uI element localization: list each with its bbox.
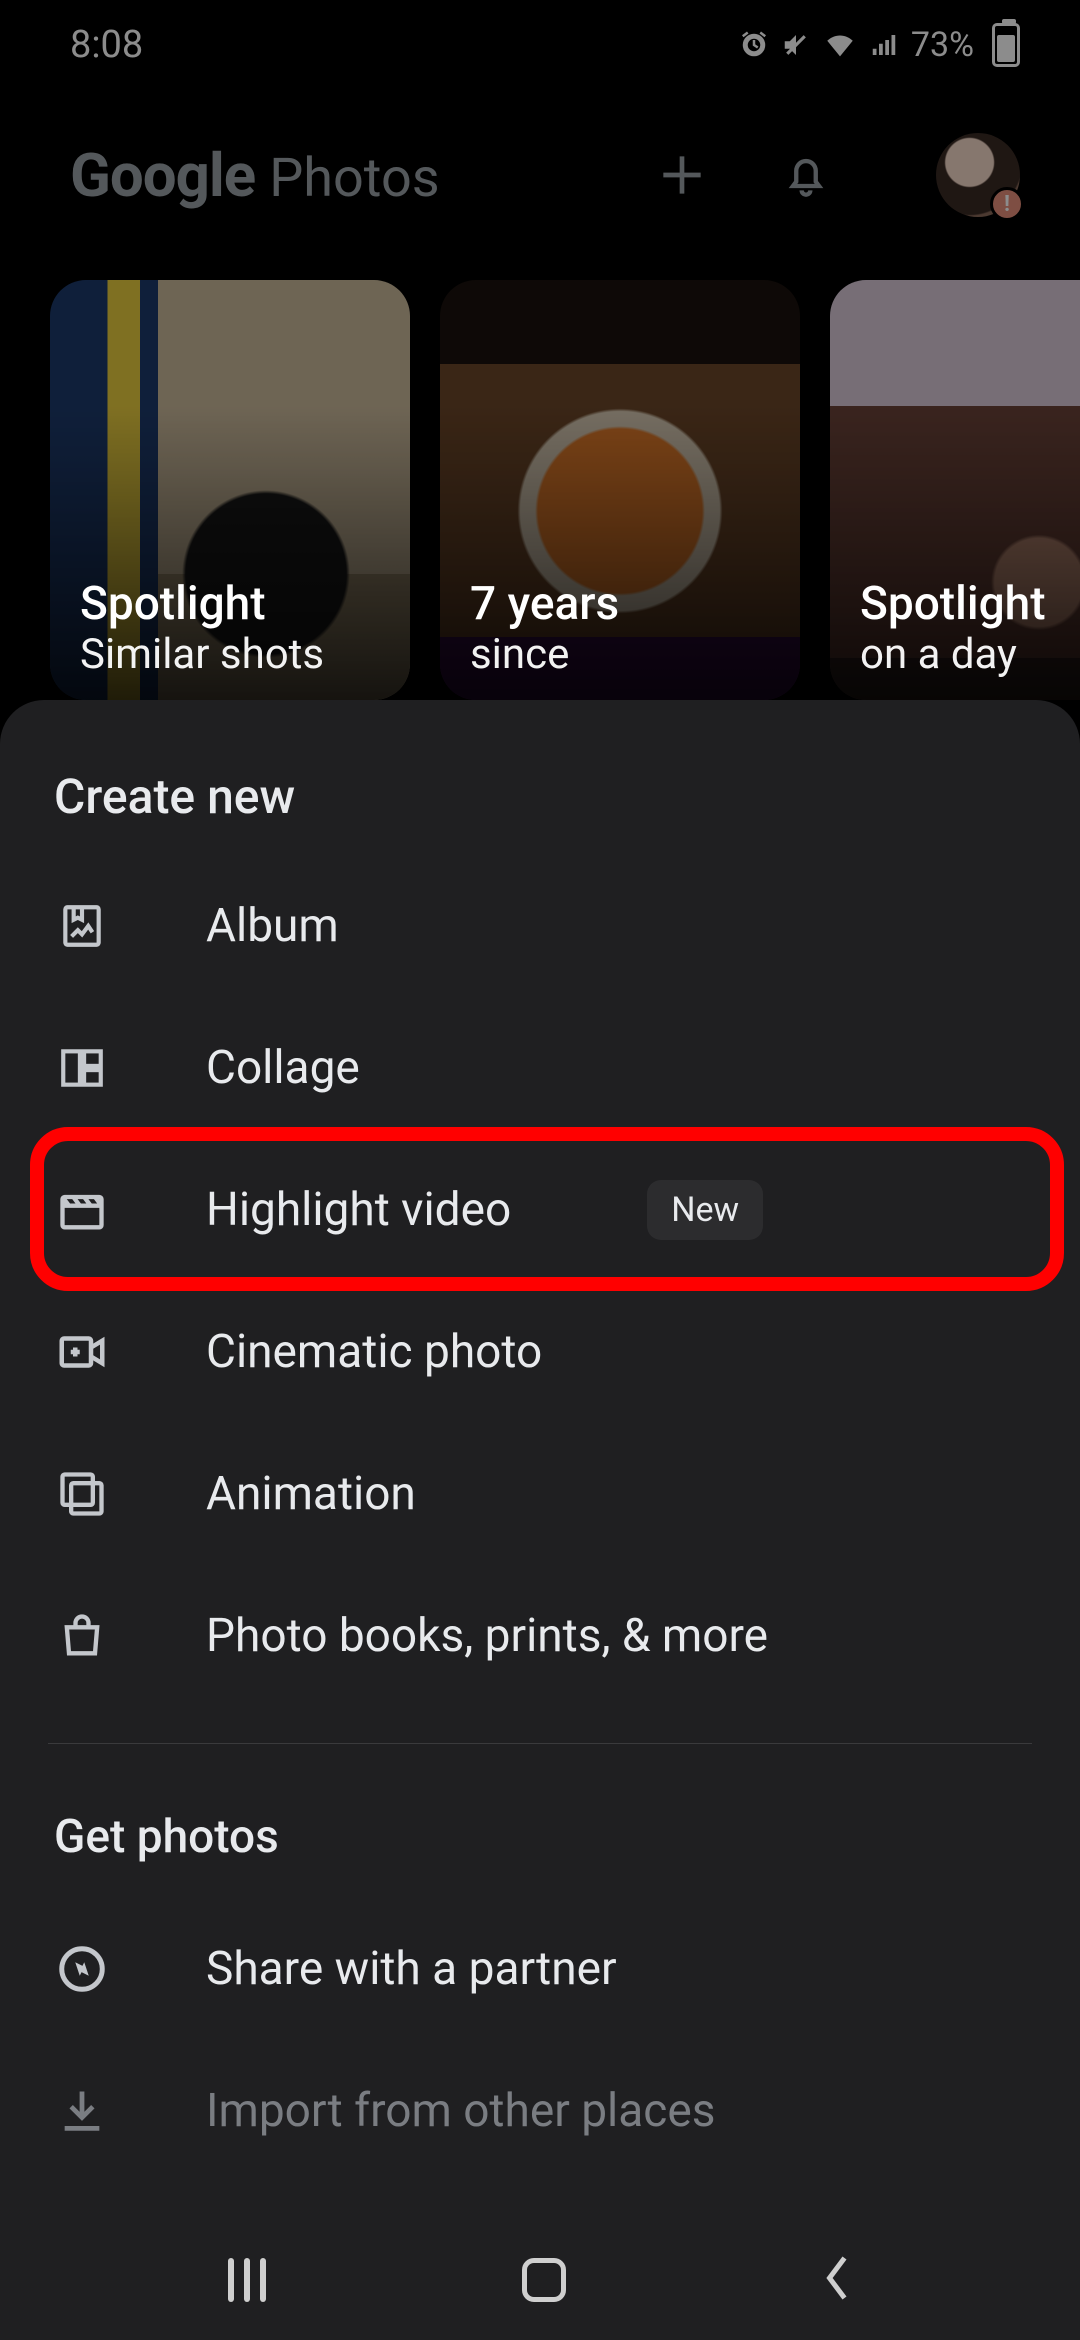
- item-label: Highlight video: [206, 1183, 511, 1237]
- nav-back-button[interactable]: [822, 2252, 852, 2308]
- item-label: Cinematic photo: [206, 1325, 542, 1379]
- nav-home-button[interactable]: [522, 2258, 566, 2302]
- memory-title: 7 years: [470, 579, 780, 630]
- create-highlight-video-item[interactable]: Highlight video New: [0, 1139, 1080, 1281]
- animation-icon: [54, 1466, 110, 1522]
- memory-subtitle: on a day: [860, 632, 1080, 678]
- item-label: Animation: [206, 1467, 416, 1521]
- nav-recent-button[interactable]: [228, 2258, 266, 2302]
- annotation-highlight: [30, 1127, 1064, 1291]
- create-album-item[interactable]: Album: [0, 855, 1080, 997]
- partner-share-icon: [54, 1941, 110, 1997]
- item-label: Import from other places: [206, 2084, 715, 2138]
- collage-icon: [54, 1040, 110, 1096]
- memory-title: Spotlight: [860, 579, 1080, 630]
- cinematic-icon: [54, 1324, 110, 1380]
- movie-icon: [54, 1182, 110, 1238]
- section-title-create: Create new: [0, 758, 1080, 855]
- item-label: Photo books, prints, & more: [206, 1609, 768, 1663]
- item-label: Collage: [206, 1041, 360, 1095]
- memory-subtitle: since: [470, 632, 780, 678]
- section-title-get-photos: Get photos: [0, 1792, 1080, 1898]
- android-navbar: [0, 2220, 1080, 2340]
- shopping-bag-icon: [54, 1608, 110, 1664]
- album-icon: [54, 898, 110, 954]
- item-label: Share with a partner: [206, 1942, 617, 1996]
- item-label: Album: [206, 899, 339, 953]
- memory-subtitle: Similar shots: [80, 632, 390, 678]
- create-bottom-sheet: Create new Album Collage Highlight video…: [0, 700, 1080, 2340]
- import-item[interactable]: Import from other places: [0, 2040, 1080, 2182]
- create-collage-item[interactable]: Collage: [0, 997, 1080, 1139]
- new-badge: New: [647, 1180, 763, 1240]
- download-icon: [54, 2083, 110, 2139]
- create-cinematic-photo-item[interactable]: Cinematic photo: [0, 1281, 1080, 1423]
- divider: [48, 1743, 1032, 1744]
- share-partner-item[interactable]: Share with a partner: [0, 1898, 1080, 2040]
- memory-title: Spotlight: [80, 579, 390, 630]
- create-animation-item[interactable]: Animation: [0, 1423, 1080, 1565]
- create-print-store-item[interactable]: Photo books, prints, & more: [0, 1565, 1080, 1707]
